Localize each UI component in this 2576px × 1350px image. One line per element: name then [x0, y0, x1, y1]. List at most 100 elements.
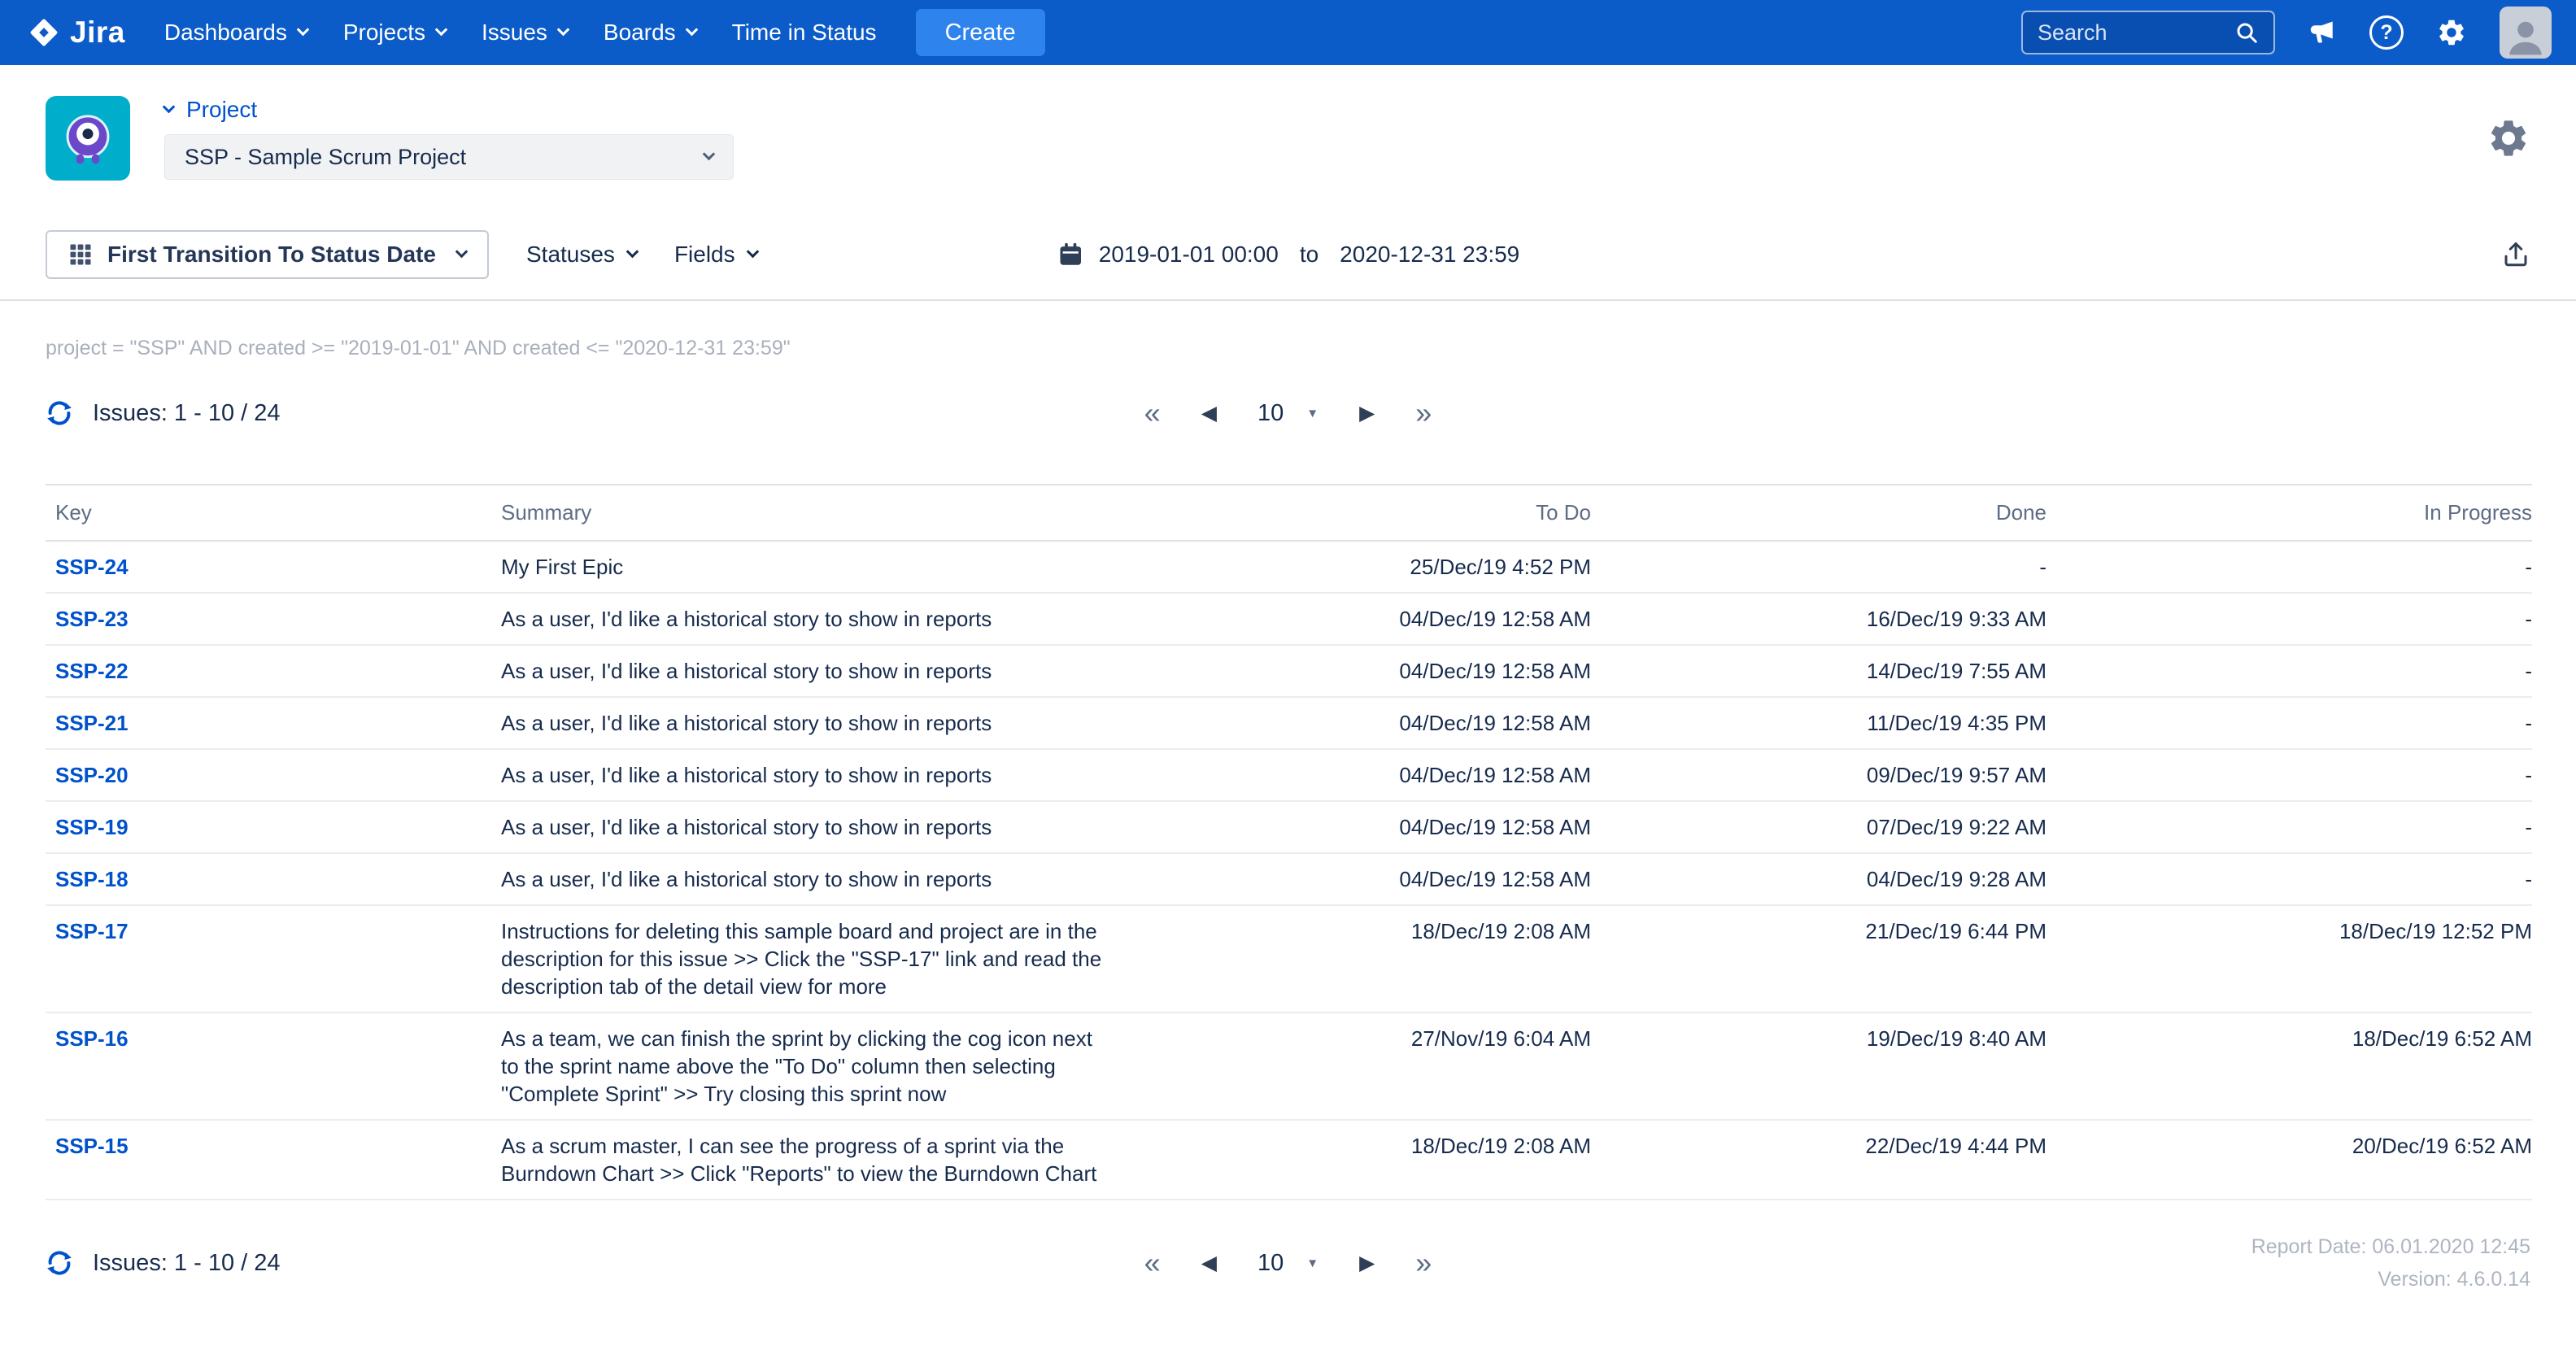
nav-item-issues[interactable]: Issues — [464, 0, 586, 65]
pagination-bottom: « ◀ 10 ▼ ▶ » — [1144, 1248, 1432, 1278]
user-avatar[interactable] — [2500, 7, 2552, 59]
date-from: 2019-01-01 00:00 — [1098, 242, 1279, 267]
next-page-button[interactable]: ▶ — [1359, 1252, 1375, 1274]
nav-item-projects[interactable]: Projects — [325, 0, 464, 65]
project-select[interactable]: SSP - Sample Scrum Project — [164, 134, 734, 180]
gear-icon[interactable] — [2436, 17, 2467, 48]
jira-logo[interactable]: Jira — [28, 15, 125, 50]
create-button[interactable]: Create — [915, 9, 1045, 56]
issues-count: Issues: 1 - 10 / 24 — [93, 399, 281, 426]
summary-cell: As a team, we can finish the sprint by c… — [501, 1012, 1152, 1121]
date-to: 2020-12-31 23:59 — [1340, 242, 1520, 267]
table-row: SSP-22 As a user, I'd like a historical s… — [46, 645, 2532, 698]
key-cell: SSP-22 — [46, 645, 501, 698]
megaphone-icon[interactable] — [2308, 18, 2337, 47]
issue-key-link[interactable]: SSP-20 — [55, 763, 129, 787]
project-header: Project SSP - Sample Scrum Project — [0, 65, 2576, 210]
table-row: SSP-18 As a user, I'd like a historical s… — [46, 853, 2532, 906]
version: Version: 4.6.0.14 — [2378, 1268, 2530, 1291]
table-row: SSP-24 My First Epic 25/Dec/19 4:52 PM - - — [46, 541, 2532, 594]
nav-item-boards[interactable]: Boards — [586, 0, 714, 65]
last-page-button[interactable]: » — [1415, 1248, 1432, 1278]
date-range-picker[interactable]: 2019-01-01 00:00 to 2020-12-31 23:59 — [1057, 241, 1520, 268]
inprogress-cell: - — [2046, 801, 2532, 854]
settings-gear-icon[interactable] — [2487, 116, 2530, 160]
chevron-down-icon — [434, 23, 448, 36]
summary-cell: Instructions for deleting this sample bo… — [501, 905, 1152, 1013]
table-row: SSP-16 As a team, we can finish the sprin… — [46, 1012, 2532, 1121]
todo-cell: 27/Nov/19 6:04 AM — [1152, 1012, 1591, 1121]
issue-key-link[interactable]: SSP-21 — [55, 711, 129, 735]
done-cell: 04/Dec/19 9:28 AM — [1591, 853, 2046, 906]
refresh-icon[interactable] — [46, 1249, 73, 1277]
export-icon[interactable] — [2501, 240, 2530, 269]
issue-key-link[interactable]: SSP-23 — [55, 607, 129, 631]
page-size-select[interactable]: 10 ▼ — [1257, 1250, 1319, 1277]
summary-cell: As a scrum master, I can see the progres… — [501, 1120, 1152, 1200]
done-cell: 11/Dec/19 4:35 PM — [1591, 697, 2046, 750]
fields-label: Fields — [673, 242, 735, 267]
issue-key-link[interactable]: SSP-15 — [55, 1134, 129, 1158]
date-to-word: to — [1299, 242, 1319, 267]
nav-item-label: Boards — [603, 20, 676, 45]
search-box[interactable] — [2021, 11, 2275, 54]
table-header-row: Key Summary To Do Done In Progress — [46, 484, 2532, 542]
issues-toolbar-bottom: Issues: 1 - 10 / 24 « ◀ 10 ▼ ▶ » Report … — [46, 1225, 2530, 1301]
refresh-icon[interactable] — [46, 399, 73, 427]
project-avatar[interactable] — [46, 96, 130, 181]
inprogress-cell: - — [2046, 645, 2532, 698]
issue-key-link[interactable]: SSP-22 — [55, 659, 129, 683]
col-todo: To Do — [1152, 484, 1591, 542]
inprogress-cell: - — [2046, 593, 2532, 646]
prev-page-button[interactable]: ◀ — [1201, 403, 1217, 424]
chevron-down-icon — [685, 23, 698, 36]
project-scope-dropdown[interactable]: Project — [162, 97, 258, 123]
issues-table: Key Summary To Do Done In Progress SSP-2… — [46, 484, 2532, 1200]
chevron-down-icon — [746, 245, 759, 258]
done-cell: 22/Dec/19 4:44 PM — [1591, 1120, 2046, 1200]
search-icon[interactable] — [2234, 20, 2259, 45]
issue-key-link[interactable]: SSP-19 — [55, 815, 129, 839]
col-done: Done — [1591, 484, 2046, 542]
key-cell: SSP-19 — [46, 801, 501, 854]
issue-key-link[interactable]: SSP-18 — [55, 867, 129, 891]
fields-dropdown[interactable]: Fields — [673, 242, 759, 268]
col-inprogress: In Progress — [2046, 484, 2532, 542]
page-size-value: 10 — [1257, 399, 1284, 426]
top-nav: Jira Dashboards Projects Issues Boards Time … — [0, 0, 2576, 65]
prev-page-button[interactable]: ◀ — [1201, 1252, 1217, 1274]
table-row: SSP-20 As a user, I'd like a historical s… — [46, 749, 2532, 802]
done-cell: 21/Dec/19 6:44 PM — [1591, 905, 2046, 1013]
next-page-button[interactable]: ▶ — [1359, 403, 1375, 424]
project-scope-label: Project — [186, 97, 258, 122]
first-page-button[interactable]: « — [1144, 398, 1161, 428]
key-cell: SSP-15 — [46, 1120, 501, 1200]
inprogress-cell: - — [2046, 853, 2532, 906]
summary-cell: As a user, I'd like a historical story t… — [501, 853, 1152, 906]
todo-cell: 04/Dec/19 12:58 AM — [1152, 593, 1591, 646]
todo-cell: 04/Dec/19 12:58 AM — [1152, 697, 1591, 750]
project-select-value: SSP - Sample Scrum Project — [185, 144, 467, 169]
nav-item-label: Time in Status — [731, 20, 877, 45]
search-input[interactable] — [2038, 20, 2226, 46]
jira-logo-icon — [28, 16, 60, 49]
key-cell: SSP-17 — [46, 905, 501, 1013]
issue-key-link[interactable]: SSP-16 — [55, 1026, 129, 1051]
done-cell: 16/Dec/19 9:33 AM — [1591, 593, 2046, 646]
help-icon[interactable]: ? — [2369, 15, 2404, 50]
statuses-dropdown[interactable]: Statuses — [526, 242, 639, 268]
summary-cell: As a user, I'd like a historical story t… — [501, 749, 1152, 802]
issue-key-link[interactable]: SSP-17 — [55, 919, 129, 943]
page-size-select[interactable]: 10 ▼ — [1257, 400, 1319, 427]
last-page-button[interactable]: » — [1415, 398, 1432, 428]
issues-summary: Issues: 1 - 10 / 24 — [46, 399, 281, 427]
nav-item-time-in-status[interactable]: Time in Status — [714, 0, 895, 65]
first-page-button[interactable]: « — [1144, 1248, 1161, 1278]
table-row: SSP-15 As a scrum master, I can see the p… — [46, 1120, 2532, 1200]
issues-summary: Issues: 1 - 10 / 24 — [46, 1249, 281, 1277]
nav-item-dashboards[interactable]: Dashboards — [146, 0, 325, 65]
issue-key-link[interactable]: SSP-24 — [55, 555, 129, 579]
table-row: SSP-21 As a user, I'd like a historical s… — [46, 697, 2532, 750]
nav-item-label: Issues — [481, 20, 547, 45]
report-type-dropdown[interactable]: First Transition To Status Date — [46, 230, 489, 279]
